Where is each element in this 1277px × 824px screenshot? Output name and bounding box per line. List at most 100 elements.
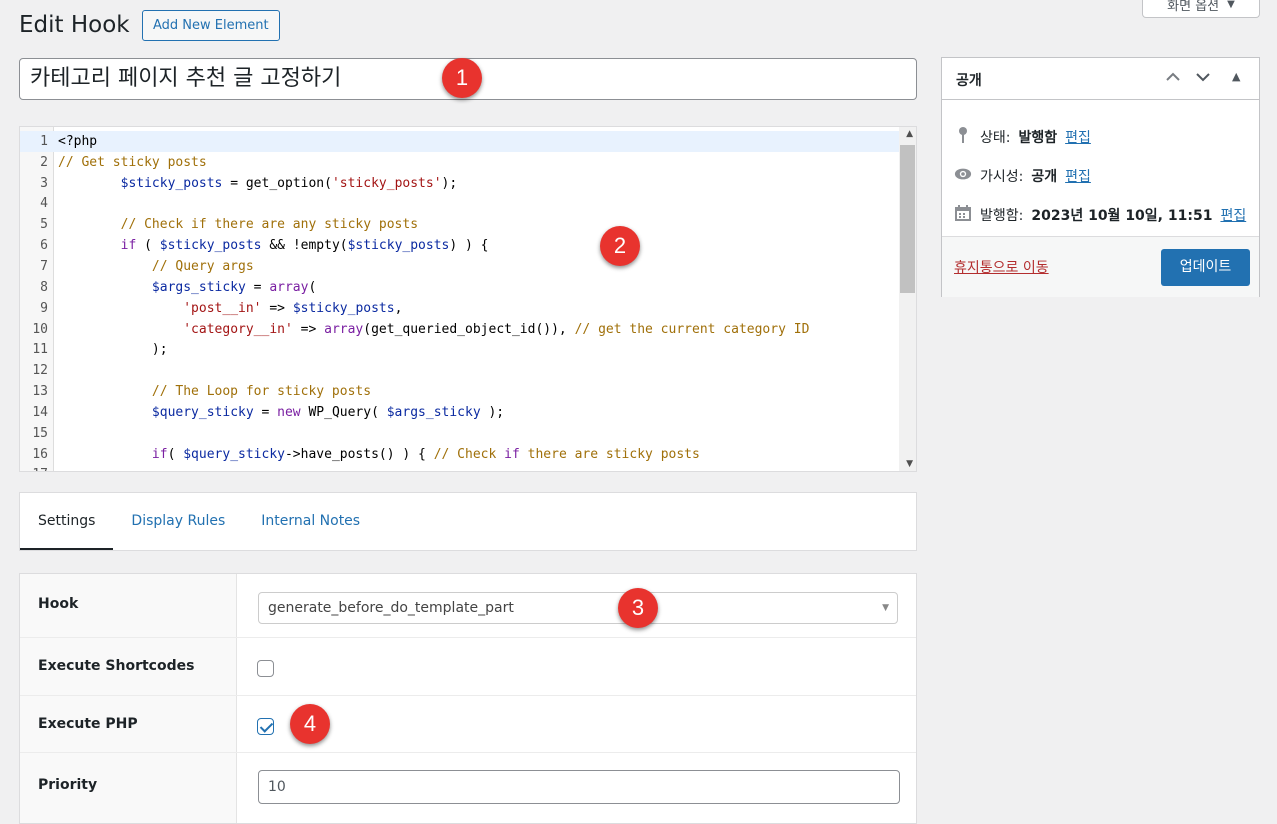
tab-settings[interactable]: Settings bbox=[20, 493, 114, 550]
publish-box: 공개 ▲ 상태: 발행함 편집 가시성: 공개 편집 발행함: 2023년 10… bbox=[941, 57, 1260, 297]
collapse-toggle-icon[interactable]: ▲ bbox=[1232, 70, 1240, 83]
tab-internal-notes[interactable]: Internal Notes bbox=[243, 493, 378, 550]
hook-select-value: generate_before_do_template_part bbox=[268, 600, 514, 616]
eye-icon bbox=[954, 165, 972, 187]
status-row: 상태: 발행함 편집 bbox=[954, 126, 1091, 148]
priority-row: Priority 10 bbox=[20, 753, 916, 823]
caret-down-icon: ▼ bbox=[1227, 0, 1235, 10]
publish-actions: 휴지통으로 이동 업데이트 bbox=[942, 236, 1259, 297]
line-number: 5 bbox=[40, 217, 48, 233]
line-number: 3 bbox=[40, 175, 48, 191]
code-text: // Get sticky posts bbox=[58, 154, 207, 170]
code-text: // Check if there are any sticky posts bbox=[58, 217, 419, 233]
code-text: // Query args bbox=[58, 258, 254, 274]
page-title: Edit Hook bbox=[19, 12, 130, 38]
annotation-marker-3: 3 bbox=[618, 588, 658, 628]
published-value: 2023년 10월 10일, 11:51 bbox=[1031, 208, 1213, 224]
code-lines: 1 <?php 2 // Get sticky posts 3 $sticky_post… bbox=[20, 131, 900, 471]
line-number: 12 bbox=[32, 363, 48, 379]
element-tabs: Settings Display Rules Internal Notes bbox=[19, 492, 917, 551]
published-label: 발행함: bbox=[980, 208, 1024, 224]
editor-scrollbar[interactable]: ▲ ▼ bbox=[899, 127, 916, 471]
code-line[interactable]: 17 bbox=[20, 465, 900, 471]
move-to-trash-link[interactable]: 휴지통으로 이동 bbox=[954, 257, 1049, 277]
pin-icon bbox=[954, 126, 972, 148]
annotation-marker-1: 1 bbox=[442, 58, 482, 98]
execute-php-label: Execute PHP bbox=[38, 716, 138, 732]
visibility-edit-link[interactable]: 편집 bbox=[1065, 166, 1091, 186]
code-line[interactable]: 12 bbox=[20, 360, 900, 381]
code-text: ); bbox=[58, 342, 168, 358]
publish-header: 공개 ▲ bbox=[942, 58, 1259, 100]
annotation-marker-4: 4 bbox=[290, 704, 330, 744]
code-text: // The Loop for sticky posts bbox=[58, 384, 372, 400]
code-text: 'category__in' => array(get_queried_obje… bbox=[183, 321, 810, 337]
execute-php-row: Execute PHP bbox=[20, 696, 916, 753]
code-text: $query_sticky = new WP_Query( $args_stic… bbox=[151, 404, 505, 420]
code-line[interactable]: 11 ); bbox=[20, 339, 900, 360]
hook-label: Hook bbox=[38, 596, 79, 612]
line-number: 16 bbox=[32, 446, 48, 462]
hook-select[interactable]: generate_before_do_template_part ▼ bbox=[258, 592, 898, 624]
execute-php-checkbox[interactable] bbox=[257, 718, 274, 735]
code-line[interactable]: 10 'category__in' => array(get_queried_o… bbox=[20, 319, 900, 340]
code-line[interactable]: 13 // The Loop for sticky posts bbox=[20, 381, 900, 402]
code-line[interactable]: 2 // Get sticky posts bbox=[20, 152, 900, 173]
line-number: 15 bbox=[32, 425, 48, 441]
code-text: $sticky_posts = get_option('sticky_posts… bbox=[120, 175, 458, 191]
published-edit-link[interactable]: 편집 bbox=[1220, 205, 1246, 225]
line-number: 2 bbox=[40, 154, 48, 170]
code-text: 'post__in' => $sticky_posts, bbox=[183, 300, 403, 316]
move-down-icon[interactable] bbox=[1194, 68, 1212, 90]
update-button[interactable]: 업데이트 bbox=[1161, 249, 1250, 286]
priority-label: Priority bbox=[38, 777, 98, 793]
visibility-label: 가시성: bbox=[980, 169, 1024, 185]
scroll-up-icon[interactable]: ▲ bbox=[906, 129, 913, 139]
line-number: 4 bbox=[40, 196, 48, 212]
code-text: $args_sticky = array( bbox=[151, 279, 317, 295]
line-number: 7 bbox=[40, 258, 48, 274]
code-line[interactable]: 8 $args_sticky = array( bbox=[20, 277, 900, 298]
settings-table: Hook generate_before_do_template_part ▼ … bbox=[19, 573, 917, 824]
scroll-down-icon[interactable]: ▼ bbox=[906, 459, 913, 469]
code-text: if ( $sticky_posts && !empty($sticky_pos… bbox=[120, 238, 489, 254]
line-number: 1 bbox=[40, 133, 48, 149]
code-line[interactable]: 3 $sticky_posts = get_option('sticky_pos… bbox=[20, 173, 900, 194]
code-line[interactable]: 9 'post__in' => $sticky_posts, bbox=[20, 298, 900, 319]
status-value: 발행함 bbox=[1018, 130, 1058, 146]
add-new-element-button[interactable]: Add New Element bbox=[142, 10, 280, 41]
line-number: 6 bbox=[40, 238, 48, 254]
screen-options-label: 화면 옵션 bbox=[1167, 0, 1220, 14]
tab-display-rules[interactable]: Display Rules bbox=[113, 493, 243, 550]
code-line[interactable]: 16 if( $query_sticky->have_posts() ) { /… bbox=[20, 444, 900, 465]
visibility-row: 가시성: 공개 편집 bbox=[954, 165, 1091, 187]
status-edit-link[interactable]: 편집 bbox=[1065, 127, 1091, 147]
annotation-marker-2: 2 bbox=[600, 226, 640, 266]
dropdown-arrow-icon: ▼ bbox=[882, 603, 889, 613]
code-line[interactable]: 6 if ( $sticky_posts && !empty($sticky_p… bbox=[20, 235, 900, 256]
code-text: <?php bbox=[58, 133, 98, 149]
code-line[interactable]: 1 <?php bbox=[20, 131, 900, 152]
code-line[interactable]: 14 $query_sticky = new WP_Query( $args_s… bbox=[20, 402, 900, 423]
line-number: 9 bbox=[40, 300, 48, 316]
move-up-icon[interactable] bbox=[1164, 68, 1182, 90]
priority-input[interactable]: 10 bbox=[258, 770, 900, 804]
line-number: 14 bbox=[32, 404, 48, 420]
execute-shortcodes-checkbox[interactable] bbox=[257, 660, 274, 677]
code-line[interactable]: 7 // Query args bbox=[20, 256, 900, 277]
code-line[interactable]: 5 // Check if there are any sticky posts bbox=[20, 214, 900, 235]
status-label: 상태: bbox=[980, 130, 1011, 146]
code-line[interactable]: 15 bbox=[20, 423, 900, 444]
screen-options-button[interactable]: 화면 옵션 ▼ bbox=[1142, 0, 1260, 18]
visibility-value: 공개 bbox=[1031, 169, 1058, 185]
code-line[interactable]: 4 bbox=[20, 194, 900, 215]
line-number: 13 bbox=[32, 384, 48, 400]
line-number: 8 bbox=[40, 279, 48, 295]
line-number: 11 bbox=[32, 342, 48, 358]
code-editor[interactable]: 1 <?php 2 // Get sticky posts 3 $sticky_post… bbox=[19, 126, 917, 472]
published-date-row: 발행함: 2023년 10월 10일, 11:51 편집 bbox=[954, 204, 1246, 226]
publish-title: 공개 bbox=[956, 73, 982, 89]
execute-shortcodes-row: Execute Shortcodes bbox=[20, 638, 916, 696]
scrollbar-thumb[interactable] bbox=[900, 145, 915, 293]
line-number: 10 bbox=[32, 321, 48, 337]
